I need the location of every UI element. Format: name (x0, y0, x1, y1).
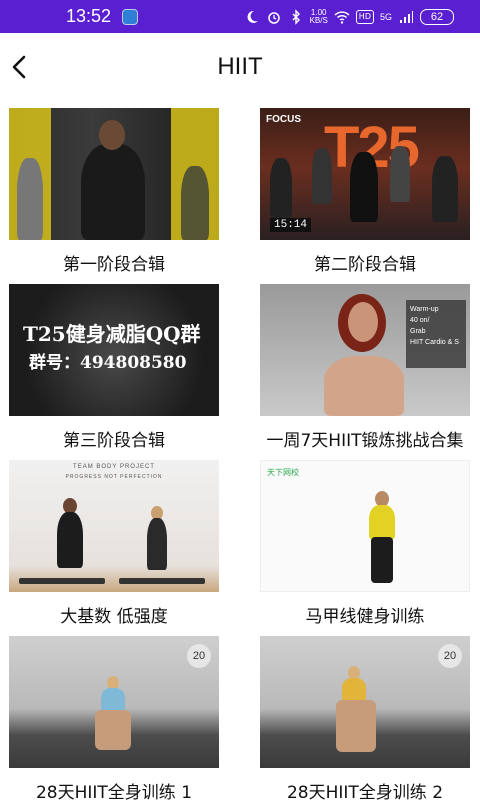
header: HIIT (0, 33, 480, 103)
status-time: 13:52 (66, 6, 112, 26)
person-top (101, 688, 125, 712)
page-title: HIIT (217, 53, 263, 80)
thumb-text: 群号：494808580 (29, 353, 187, 373)
trainer-face (348, 302, 378, 342)
video-title: 马甲线健身训练 (305, 607, 425, 627)
signal-5g: 5G (379, 12, 392, 22)
hd-badge: HD (355, 10, 374, 24)
status-icons: 1.00 KB/S HD 5G 62 (244, 4, 454, 30)
exercise-mat (19, 578, 105, 584)
trainer-head (99, 120, 125, 150)
signal-icon (400, 11, 413, 23)
video-title: 第三阶段合辑 (63, 431, 165, 451)
network-speed-unit: KB/S (309, 16, 328, 25)
checklist-item: Grab (410, 328, 426, 335)
person-legs (95, 710, 131, 750)
person-figure (17, 158, 43, 240)
person-top (342, 678, 366, 702)
video-thumbnail: T25健身减脂QQ群 群号：494808580 (9, 284, 219, 416)
person-legs (371, 537, 393, 583)
video-title: 一周7天HIIT锻炼挑战合集 (266, 431, 464, 451)
wifi-icon (334, 11, 350, 24)
video-title: 28天HIIT全身训练 2 (286, 783, 444, 800)
round-badge: 20 (187, 644, 211, 668)
video-thumbnail: Warm-up 40 on/ Grab HIIT Cardio & S (260, 284, 470, 416)
checklist-item: 40 on/ (410, 317, 430, 324)
person-figure (312, 148, 332, 204)
person-figure (147, 518, 167, 570)
person-figure (432, 156, 458, 222)
alarm-icon (267, 12, 280, 24)
checklist-item: Warm-up (410, 306, 439, 313)
thumb-brand: TEAM BODY PROJECT (73, 464, 155, 470)
thumb-text: T25健身减脂QQ群 (23, 322, 201, 346)
thumb-checklist: Warm-up 40 on/ Grab HIIT Cardio & S (406, 300, 466, 368)
video-thumbnail: 20 (260, 636, 470, 768)
app-notification-icon (122, 9, 138, 25)
trainer-figure (324, 356, 404, 416)
checklist-item: HIIT Cardio & S (410, 339, 459, 346)
video-thumbnail: TEAM BODY PROJECT PROGRESS NOT PERFECTIO… (9, 460, 219, 592)
thumb-timer: 15:14 (270, 218, 312, 232)
video-thumbnail: 天下网校 (260, 460, 470, 592)
battery-indicator: 62 (420, 9, 454, 25)
round-badge: 20 (438, 644, 462, 668)
person-figure (57, 512, 83, 568)
bluetooth-icon (292, 9, 300, 25)
trainer-figure (81, 144, 145, 240)
person-figure (270, 158, 292, 218)
video-title: 大基数 低强度 (60, 607, 168, 627)
person-top (369, 505, 395, 539)
thumb-brand: FOCUS (266, 114, 301, 125)
network-speed: 1.00 KB/S (310, 9, 328, 25)
thumb-tagline: PROGRESS NOT PERFECTION (65, 474, 163, 480)
person-figure (350, 152, 378, 222)
person-figure (181, 166, 209, 240)
person-legs (336, 700, 376, 752)
exercise-mat (119, 578, 205, 584)
thumb-brand: 天下网校 (267, 468, 299, 477)
video-thumbnail: FOCUS T25 15:14 (260, 108, 470, 240)
video-title: 第二阶段合辑 (314, 255, 416, 275)
person-figure (390, 146, 410, 202)
video-thumbnail: 20 (9, 636, 219, 768)
video-title: 28天HIIT全身训练 1 (35, 783, 193, 800)
status-bar: 13:52 1.00 KB/S HD 5G 62 (0, 0, 480, 33)
moon-icon (247, 10, 258, 23)
video-title: 第一阶段合辑 (63, 255, 165, 275)
video-thumbnail (9, 108, 219, 240)
